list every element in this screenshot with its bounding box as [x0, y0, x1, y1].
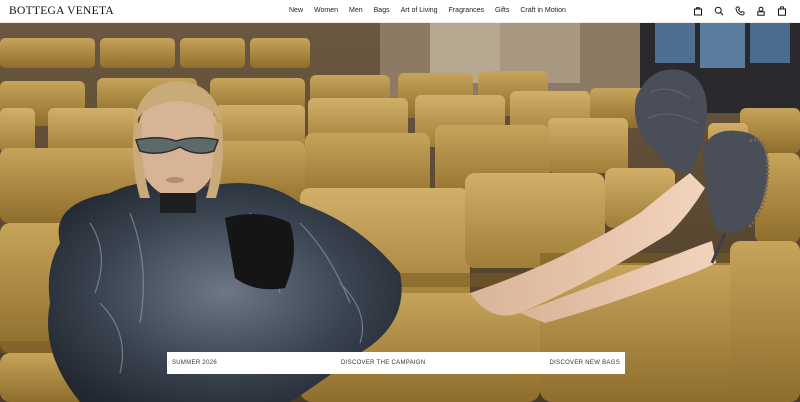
nav-item-fragrances[interactable]: Fragrances [449, 7, 484, 14]
hero-caption-bar: SUMMER 2026 DISCOVER THE CAMPAIGN DISCOV… [167, 352, 625, 374]
search-icon[interactable] [713, 5, 725, 17]
nav-item-art-of-living[interactable]: Art of Living [401, 7, 438, 14]
nav-item-bags[interactable]: Bags [374, 7, 390, 14]
site-header: BOTTEGA VENETA New Women Men Bags Art of… [0, 0, 800, 23]
nav-item-women[interactable]: Women [314, 7, 338, 14]
nav-item-gifts[interactable]: Gifts [495, 7, 509, 14]
hero-campaign-image[interactable] [0, 23, 800, 402]
main-nav: New Women Men Bags Art of Living Fragran… [289, 7, 566, 14]
phone-icon[interactable] [734, 5, 746, 17]
header-icons [692, 5, 788, 17]
nav-item-new[interactable]: New [289, 7, 303, 14]
nav-item-craft-in-motion[interactable]: Craft in Motion [520, 7, 566, 14]
nav-item-men[interactable]: Men [349, 7, 363, 14]
discover-campaign-link[interactable]: DISCOVER THE CAMPAIGN [341, 360, 425, 366]
account-icon[interactable] [755, 5, 767, 17]
brand-logo[interactable]: BOTTEGA VENETA [9, 5, 114, 17]
season-label: SUMMER 2026 [172, 360, 217, 366]
store-icon[interactable] [692, 5, 704, 17]
shopping-bag-icon[interactable] [776, 5, 788, 17]
discover-new-bags-link[interactable]: DISCOVER NEW BAGS [550, 360, 620, 366]
